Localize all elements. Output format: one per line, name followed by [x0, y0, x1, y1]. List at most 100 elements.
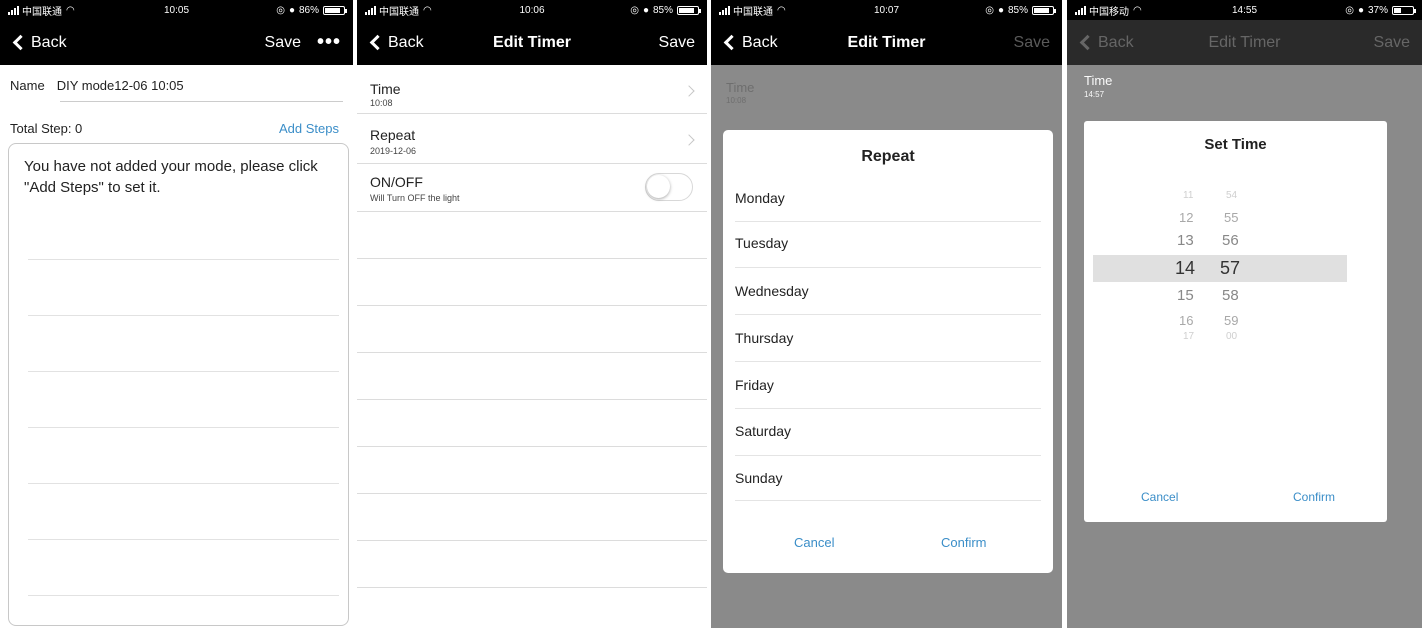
divider — [735, 455, 1041, 456]
divider — [735, 267, 1041, 268]
back-button[interactable]: Back — [12, 34, 67, 52]
onoff-description: Will Turn OFF the light — [370, 193, 460, 203]
status-bar: 中国联通 ◠ 10:07 ◎ ● 85% — [711, 0, 1062, 20]
time-value: 10:08 — [370, 98, 393, 108]
battery-icon — [323, 5, 347, 15]
status-bar: 中国移动 ◠ 14:55 ◎ ● 37% — [1067, 0, 1422, 20]
repeat-row[interactable]: Repeat 2019-12-06 — [357, 114, 707, 162]
repeat-value: 2019-12-06 — [370, 146, 417, 156]
divider — [735, 500, 1041, 501]
divider — [357, 540, 707, 541]
minute-option[interactable]: 59 — [1224, 313, 1238, 328]
confirm-button[interactable]: Confirm — [941, 535, 987, 550]
signal-icon — [365, 5, 376, 15]
divider — [357, 305, 707, 306]
minute-option[interactable]: 00 — [1226, 331, 1237, 342]
hour-selected[interactable]: 14 — [1175, 258, 1195, 279]
minute-option[interactable]: 56 — [1222, 232, 1239, 249]
save-button[interactable]: Save — [265, 34, 301, 52]
divider — [735, 408, 1041, 409]
cancel-button[interactable]: Cancel — [794, 535, 834, 550]
repeat-dialog-screen: 中国联通 ◠ 10:07 ◎ ● 85% Back Edit Timer Sav… — [711, 0, 1062, 628]
toggle-knob — [647, 175, 670, 198]
day-option-monday[interactable]: Monday — [735, 190, 785, 206]
hour-option[interactable]: 12 — [1179, 210, 1193, 225]
navigation-bar: Back Edit Timer Save — [1067, 20, 1422, 65]
wifi-icon: ◠ — [66, 4, 75, 16]
save-button[interactable]: Save — [659, 34, 695, 52]
location-icon: ◎ — [1345, 4, 1354, 16]
name-input[interactable]: DIY mode12-06 10:05 — [57, 78, 184, 93]
time-label: Time — [370, 81, 401, 97]
back-label: Back — [31, 33, 67, 51]
carrier-name: 中国联通 — [733, 6, 773, 18]
carrier-name: 中国联通 — [22, 6, 62, 18]
battery-icon — [1032, 5, 1056, 15]
hour-option[interactable]: 11 — [1183, 190, 1193, 201]
steps-row: Total Step: 0 Add Steps — [10, 121, 339, 136]
hour-option[interactable]: 13 — [1177, 232, 1194, 249]
alarm-icon: ● — [642, 4, 649, 16]
back-button[interactable]: Back — [369, 34, 424, 52]
divider — [357, 352, 707, 353]
more-button[interactable]: ••• — [317, 31, 341, 54]
battery-percent: 85% — [1007, 4, 1028, 16]
wifi-icon: ◠ — [423, 4, 432, 16]
day-option-friday[interactable]: Friday — [735, 377, 774, 393]
save-button[interactable]: Save — [1014, 34, 1050, 52]
alarm-icon: ● — [997, 4, 1004, 16]
name-row: Name DIY mode12-06 10:05 — [10, 78, 184, 93]
status-bar: 中国联通 ◠ 10:05 ◎ ● 86% — [0, 0, 353, 20]
name-label: Name — [10, 78, 45, 93]
minute-option[interactable]: 54 — [1226, 190, 1237, 201]
battery-percent: 86% — [298, 4, 319, 16]
day-option-thursday[interactable]: Thursday — [735, 330, 793, 346]
list-divider — [28, 259, 339, 260]
cancel-button[interactable]: Cancel — [1141, 490, 1178, 504]
diy-mode-screen: 中国联通 ◠ 10:05 ◎ ● 86% Back Save ••• Name … — [0, 0, 353, 628]
onoff-toggle[interactable] — [645, 173, 693, 201]
location-icon: ◎ — [276, 4, 285, 16]
dialog-title: Repeat — [861, 148, 915, 165]
minute-selected[interactable]: 57 — [1220, 258, 1240, 279]
battery-percent: 37% — [1367, 4, 1388, 16]
onoff-label: ON/OFF — [370, 174, 423, 190]
confirm-button[interactable]: Confirm — [1293, 490, 1335, 504]
hour-option[interactable]: 16 — [1179, 313, 1193, 328]
battery-percent: 85% — [652, 4, 673, 16]
divider — [357, 446, 707, 447]
back-button[interactable]: Back — [1079, 34, 1134, 52]
list-divider — [28, 315, 339, 316]
add-steps-button[interactable]: Add Steps — [279, 121, 339, 136]
list-divider — [28, 539, 339, 540]
wifi-icon: ◠ — [1133, 4, 1142, 16]
signal-icon — [8, 5, 19, 15]
location-icon: ◎ — [630, 4, 639, 16]
minute-option[interactable]: 58 — [1222, 287, 1239, 304]
hour-option[interactable]: 17 — [1183, 331, 1194, 342]
day-option-sunday[interactable]: Sunday — [735, 470, 782, 486]
list-divider — [28, 595, 339, 596]
list-divider — [28, 427, 339, 428]
set-time-screen: 中国移动 ◠ 14:55 ◎ ● 37% Back Edit Timer Sav… — [1067, 0, 1422, 628]
divider — [735, 361, 1041, 362]
time-row-dimmed: Time 10:08 — [711, 65, 1062, 113]
carrier-name: 中国联通 — [379, 6, 419, 18]
day-option-tuesday[interactable]: Tuesday — [735, 235, 788, 251]
steps-list-box — [8, 143, 349, 626]
divider — [735, 221, 1041, 222]
edit-timer-screen: 中国联通 ◠ 10:06 ◎ ● 85% Back Edit Timer Sav… — [357, 0, 707, 628]
day-option-saturday[interactable]: Saturday — [735, 423, 791, 439]
divider — [357, 493, 707, 494]
status-bar: 中国联通 ◠ 10:06 ◎ ● 85% — [357, 0, 707, 20]
divider — [357, 587, 707, 588]
save-button[interactable]: Save — [1374, 34, 1410, 52]
time-row[interactable]: Time 10:08 — [357, 65, 707, 113]
day-option-wednesday[interactable]: Wednesday — [735, 283, 809, 299]
battery-icon — [1392, 5, 1416, 15]
minute-option[interactable]: 55 — [1224, 210, 1238, 225]
hour-option[interactable]: 15 — [1177, 287, 1194, 304]
time-value: 10:08 — [726, 96, 747, 105]
back-button[interactable]: Back — [723, 34, 778, 52]
signal-icon — [719, 5, 730, 15]
